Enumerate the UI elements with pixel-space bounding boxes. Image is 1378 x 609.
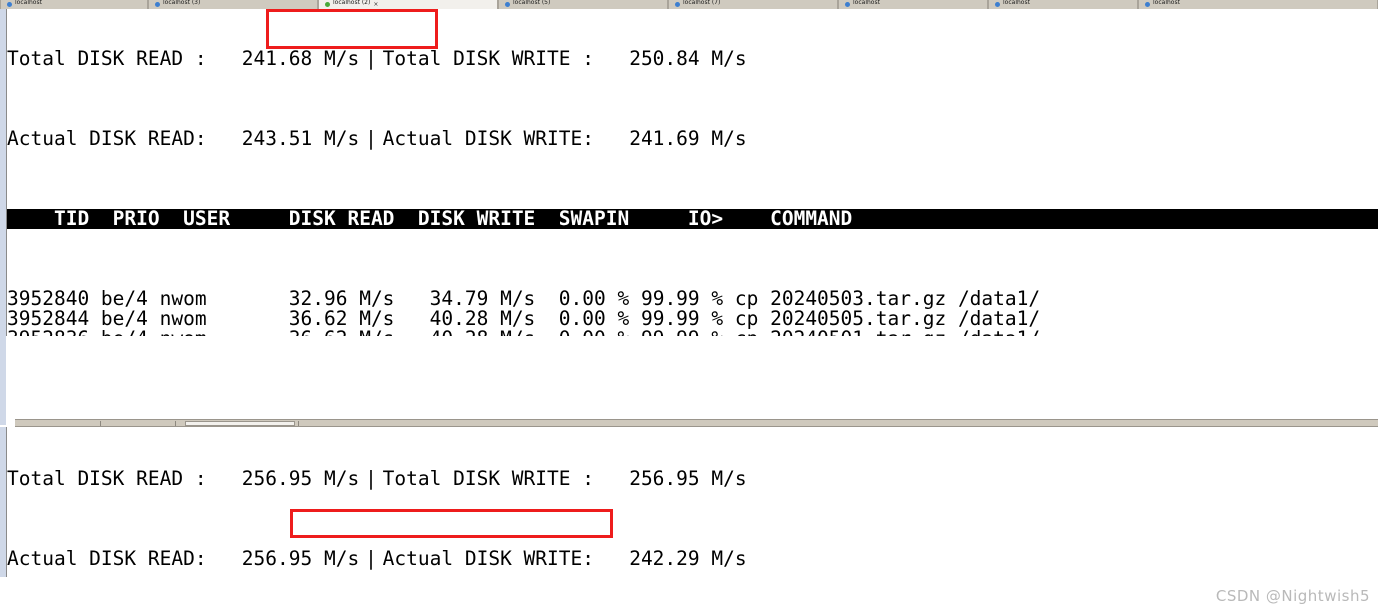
total-disk-read-label: Total DISK READ : [7, 467, 207, 490]
actual-disk-read-label: Actual DISK READ: [7, 127, 207, 150]
total-disk-read-value: 241.68 M/s [241, 47, 360, 70]
bottom-summary-line-2: Actual DISK READ: 256.95 M/s | Actual DISK … [7, 549, 1378, 569]
summary-separator-2: | [365, 547, 377, 570]
tab-favicon-icon [325, 1, 330, 7]
table-row: 3952836 be/4 nwom 36.62 M/s 40.28 M/s 0.… [7, 329, 1378, 337]
table-row: 3952844 be/4 nwom 36.62 M/s 40.28 M/s 0.… [7, 307, 1041, 330]
browser-tab-2[interactable]: localhost (2) × [318, 0, 498, 9]
total-disk-write-value: 256.95 M/s [629, 467, 747, 490]
total-disk-read-value: 256.95 M/s [241, 467, 360, 490]
tab-label: localhost [1003, 0, 1030, 6]
summary-separator-2: | [365, 127, 377, 150]
scrollbar-tick-3 [298, 421, 299, 426]
top-summary-line-2: Actual DISK READ: 243.51 M/s | Actual DISK … [7, 129, 1378, 149]
summary-separator-1: | [365, 47, 377, 70]
tab-favicon-icon [845, 1, 850, 7]
browser-tab-7[interactable]: localhost [1138, 0, 1378, 9]
tab-label: localhost (7) [683, 0, 721, 6]
scrollbar-tick-2 [175, 421, 176, 426]
top-table-header[interactable]: TID PRIO USER DISK READ DISK WRITE SWAPI… [7, 209, 1378, 229]
tab-favicon-icon [7, 1, 12, 7]
actual-disk-read-value: 243.51 M/s [241, 127, 360, 150]
tab-label: localhost [853, 0, 880, 6]
bottom-panel-left-gutter [0, 427, 7, 577]
mid-left-gutter [0, 336, 6, 425]
tab-label: localhost (3) [163, 0, 201, 6]
actual-disk-write-label: Actual DISK WRITE: [382, 127, 594, 150]
browser-tab-6[interactable]: localhost [988, 0, 1138, 9]
iotop-terminal-top[interactable]: Total DISK READ :241.68 M/s | Total DISK W… [7, 9, 1378, 336]
total-disk-write-label: Total DISK WRITE : [382, 467, 594, 490]
table-row: 3952840 be/4 nwom 32.96 M/s 34.79 M/s 0.… [7, 287, 1041, 310]
actual-disk-read-value: 256.95 M/s [241, 547, 360, 570]
tab-close-icon[interactable]: × [373, 1, 378, 8]
tab-favicon-icon [155, 1, 160, 7]
tab-favicon-icon [1145, 1, 1150, 7]
total-disk-read-label: Total DISK READ : [7, 47, 207, 70]
browser-tab-1[interactable]: localhost (3) [148, 0, 318, 9]
tab-favicon-icon [995, 1, 1000, 7]
actual-disk-write-value: 242.29 M/s [629, 547, 747, 570]
total-disk-write-value: 250.84 M/s [629, 47, 747, 70]
scrollbar-tick-1 [100, 421, 101, 426]
tab-label: localhost (2) [333, 0, 371, 6]
top-process-rows: 3952840 be/4 nwom 32.96 M/s 34.79 M/s 0.… [7, 287, 1378, 337]
tab-label: localhost [15, 0, 42, 6]
tab-label: localhost (5) [513, 0, 551, 6]
browser-tab-0[interactable]: localhost [0, 0, 148, 9]
browser-tab-4[interactable]: localhost (7) [668, 0, 838, 9]
iotop-terminal-bottom[interactable]: Total DISK READ :256.95 M/s | Total DISK W… [7, 429, 1378, 579]
top-summary-line-1: Total DISK READ : 241.68 M/s | Total DISK W… [7, 49, 1378, 69]
horizontal-scrollbar[interactable] [15, 419, 1378, 427]
top-panel-left-gutter [0, 9, 7, 336]
total-disk-write-label: Total DISK WRITE : [382, 47, 594, 70]
summary-separator-1: | [365, 467, 377, 490]
actual-disk-write-value: 241.69 M/s [629, 127, 747, 150]
tab-favicon-icon [675, 1, 680, 7]
scrollbar-thumb[interactable] [185, 421, 295, 426]
csdn-watermark: CSDN @Nightwish5 [1215, 587, 1370, 605]
tab-favicon-icon [505, 1, 510, 7]
browser-tab-5[interactable]: localhost [838, 0, 988, 9]
actual-disk-write-label: Actual DISK WRITE: [382, 547, 594, 570]
actual-disk-read-label: Actual DISK READ: [7, 547, 207, 570]
bottom-summary-line-1: Total DISK READ :256.95 M/s | Total DISK W… [7, 469, 1378, 489]
tab-label: localhost [1153, 0, 1180, 6]
browser-tab-3[interactable]: localhost (5) [498, 0, 668, 9]
